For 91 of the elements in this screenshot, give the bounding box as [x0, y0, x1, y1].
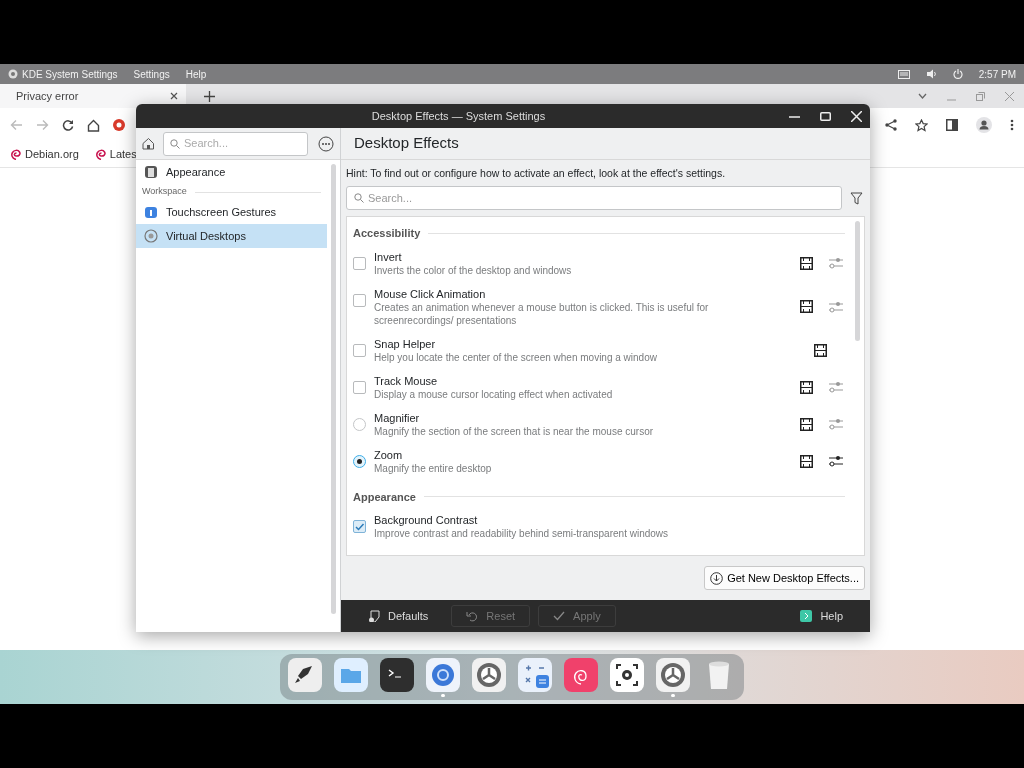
effect-name: Background Contrast	[374, 513, 479, 527]
reload-icon[interactable]	[62, 119, 74, 131]
profile-icon[interactable]	[976, 117, 992, 133]
menu-icon[interactable]	[1010, 119, 1014, 131]
effect-description: Help you locate the center of the screen when moving a window	[374, 350, 658, 364]
radio-button[interactable]	[353, 417, 366, 431]
power-icon[interactable]	[952, 69, 963, 79]
film-icon[interactable]	[800, 454, 813, 468]
camera-icon[interactable]	[610, 657, 644, 692]
share-icon[interactable]	[885, 119, 897, 131]
page-title: Desktop Effects	[341, 128, 870, 160]
more-options-icon[interactable]	[318, 135, 334, 152]
hint-text: Hint: To find out or configure how to activate an effect, look at the effect's settings.	[346, 167, 726, 179]
get-new-effects-button[interactable]: Get New Desktop Effects...	[704, 566, 865, 590]
help-button[interactable]: Help	[785, 605, 858, 627]
close-icon[interactable]	[170, 92, 178, 100]
keyboard-icon[interactable]	[897, 69, 910, 79]
film-icon[interactable]	[800, 256, 813, 270]
scrollbar[interactable]	[331, 164, 336, 614]
settings-icon[interactable]	[829, 455, 843, 467]
window-title: Desktop Effects — System Settings	[370, 108, 547, 124]
checkbox[interactable]	[353, 256, 366, 270]
sidebar-item[interactable]: Touchscreen Gestures	[136, 200, 327, 224]
search-icon	[170, 138, 180, 149]
effect-name: Snap Helper	[374, 336, 437, 351]
chevron-icon[interactable]	[918, 93, 927, 99]
menu-item[interactable]: Help	[185, 66, 207, 82]
tab-title: Privacy error	[16, 89, 79, 102]
undo-icon	[466, 610, 479, 622]
shirt-icon	[144, 165, 158, 179]
swirl-icon[interactable]	[564, 657, 598, 692]
film-icon[interactable]	[800, 417, 813, 431]
effect-description: Magnify the entire desktop	[374, 461, 493, 475]
star-icon[interactable]	[915, 118, 928, 132]
checkbox[interactable]	[353, 520, 366, 533]
section-heading: Appearance	[353, 489, 416, 505]
calculator-icon[interactable]	[518, 657, 552, 692]
effect-name: Invert	[374, 249, 403, 264]
circle-icon	[144, 229, 158, 243]
bookmark-link[interactable]: Debian.org	[25, 146, 79, 163]
checkmark-icon	[553, 610, 566, 622]
film-icon[interactable]	[800, 380, 813, 394]
effect-name: Zoom	[374, 447, 404, 462]
scrollbar[interactable]	[855, 221, 860, 341]
filter-icon[interactable]	[850, 191, 863, 205]
hand-icon	[144, 205, 158, 219]
search-icon	[354, 193, 364, 203]
document-icon	[368, 610, 380, 622]
sidebar-icon[interactable]	[946, 119, 958, 131]
app-menu-label[interactable]: KDE System Settings	[22, 66, 118, 82]
section-heading: Accessibility	[353, 226, 421, 241]
bookmark-link[interactable]: Lates	[109, 146, 137, 163]
effect-description: Magnify the section of the screen that is near the mouse cursor	[374, 424, 655, 438]
swirl-icon	[94, 149, 106, 160]
defaults-button[interactable]: Defaults	[353, 605, 444, 627]
terminal-icon[interactable]	[380, 657, 414, 692]
film-icon[interactable]	[800, 300, 813, 313]
swirl-icon	[10, 149, 21, 160]
effect-description: Inverts the color of the desktop and windows	[374, 263, 573, 277]
effect-description: Creates an animation whenever a mouse button is clicked. This is useful for screenrecordings/ presentations	[374, 300, 710, 327]
gear-icon[interactable]	[656, 657, 690, 692]
menu-item[interactable]: Settings	[133, 66, 170, 82]
app-icon[interactable]	[8, 69, 18, 79]
volume-icon[interactable]	[925, 69, 937, 79]
warning-icon	[113, 119, 125, 131]
new-tab-icon[interactable]	[204, 90, 215, 102]
section-heading: Workspace	[142, 185, 187, 199]
sidebar-item[interactable]: Appearance	[136, 160, 327, 184]
browser-icon[interactable]	[426, 657, 460, 692]
maximize-icon[interactable]	[820, 110, 831, 122]
checkbox[interactable]	[353, 380, 366, 394]
clock: 2:57 PM	[978, 67, 1016, 82]
sidebar-item[interactable]: Virtual Desktops	[136, 224, 327, 248]
browser-tab[interactable]: Privacy error	[0, 84, 186, 108]
checkmark-icon	[354, 521, 365, 532]
gear-icon[interactable]	[472, 657, 506, 692]
home-icon[interactable]	[87, 118, 100, 132]
radio-button[interactable]	[353, 454, 366, 468]
dot-icon	[357, 458, 362, 464]
rocket-icon[interactable]	[288, 657, 322, 692]
film-icon[interactable]	[814, 343, 827, 357]
checkbox[interactable]	[353, 293, 366, 307]
effect-description: Improve contrast and readability behind semi-transparent windows	[374, 527, 670, 540]
home-icon[interactable]	[142, 137, 155, 150]
checkbox[interactable]	[353, 343, 366, 357]
effect-name: Track Mouse	[374, 373, 439, 388]
effect-name: Magnifier	[374, 410, 421, 425]
effect-name: Mouse Click Animation	[374, 286, 487, 301]
download-icon	[710, 571, 724, 585]
help-icon	[800, 610, 813, 622]
effect-description: Display a mouse cursor locating effect when activated	[374, 387, 614, 401]
